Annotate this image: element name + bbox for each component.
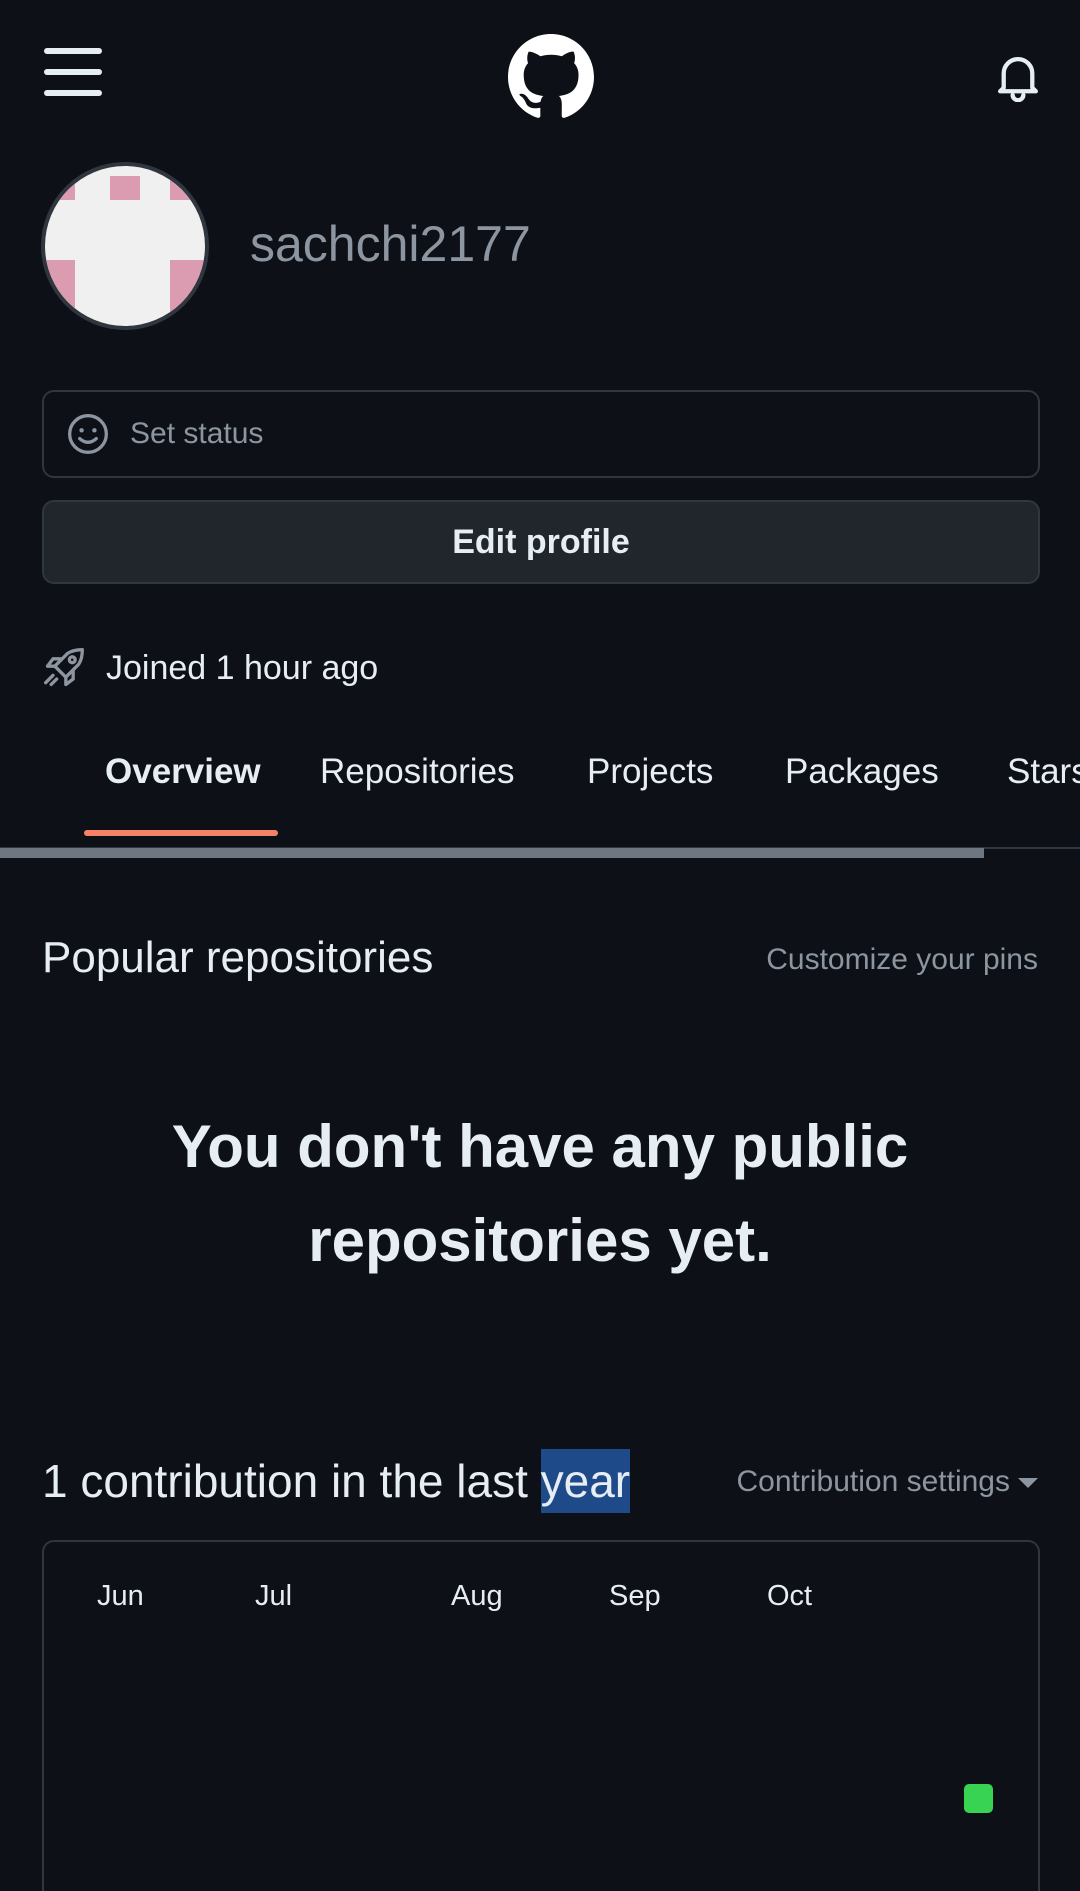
month-label: Oct bbox=[767, 1580, 813, 1612]
active-tab-indicator bbox=[84, 830, 278, 836]
tab-repositories[interactable]: Repositories bbox=[320, 750, 515, 794]
identicon-image bbox=[45, 166, 205, 326]
bell-icon[interactable] bbox=[996, 52, 1040, 102]
contributions-heading-text: 1 contribution in the last bbox=[42, 1455, 541, 1507]
username: sachchi2177 bbox=[250, 216, 531, 272]
contributions-heading-selected-word: year bbox=[540, 1449, 631, 1513]
avatar[interactable] bbox=[41, 162, 209, 330]
month-label: Sep bbox=[609, 1580, 661, 1612]
tabs-scrollbar[interactable] bbox=[0, 848, 984, 858]
hamburger-menu-icon[interactable] bbox=[44, 48, 102, 96]
contribution-settings-dropdown[interactable]: Contribution settings bbox=[736, 1462, 1038, 1502]
popular-repositories-heading: Popular repositories bbox=[42, 933, 434, 982]
github-logo-icon[interactable] bbox=[508, 34, 594, 120]
empty-message-line-1: You don't have any public bbox=[171, 1113, 909, 1180]
tab-packages[interactable]: Packages bbox=[785, 750, 939, 794]
empty-message-line-2: repositories yet. bbox=[308, 1207, 772, 1274]
tab-overview[interactable]: Overview bbox=[105, 750, 261, 794]
set-status-label: Set status bbox=[130, 417, 264, 450]
contribution-graph bbox=[42, 1540, 1040, 1891]
contribution-day-cell[interactable] bbox=[964, 1784, 993, 1813]
month-label: Jun bbox=[97, 1580, 144, 1612]
empty-repositories-message: You don't have any public repositories y… bbox=[100, 1100, 980, 1288]
set-status-button[interactable]: Set status bbox=[42, 390, 1040, 478]
tab-projects[interactable]: Projects bbox=[587, 750, 713, 794]
contributions-heading: 1 contribution in the last year bbox=[42, 1449, 631, 1513]
contribution-settings-label: Contribution settings bbox=[736, 1465, 1011, 1498]
caret-down-icon bbox=[1018, 1478, 1038, 1489]
rocket-icon bbox=[44, 648, 84, 687]
profile-tabs: Overview Repositories Projects Packages … bbox=[0, 730, 1080, 860]
smiley-icon bbox=[68, 414, 108, 454]
month-label: Jul bbox=[255, 1580, 293, 1612]
top-bar bbox=[0, 0, 1080, 150]
month-label: Aug bbox=[451, 1580, 503, 1612]
edit-profile-button[interactable]: Edit profile bbox=[42, 500, 1040, 584]
customize-pins-link[interactable]: Customize your pins bbox=[766, 940, 1038, 980]
profile-page: sachchi2177 Set status Edit profile Join… bbox=[0, 0, 1080, 1891]
tab-stars[interactable]: Stars bbox=[1007, 750, 1080, 794]
joined-text: Joined 1 hour ago bbox=[106, 649, 379, 687]
